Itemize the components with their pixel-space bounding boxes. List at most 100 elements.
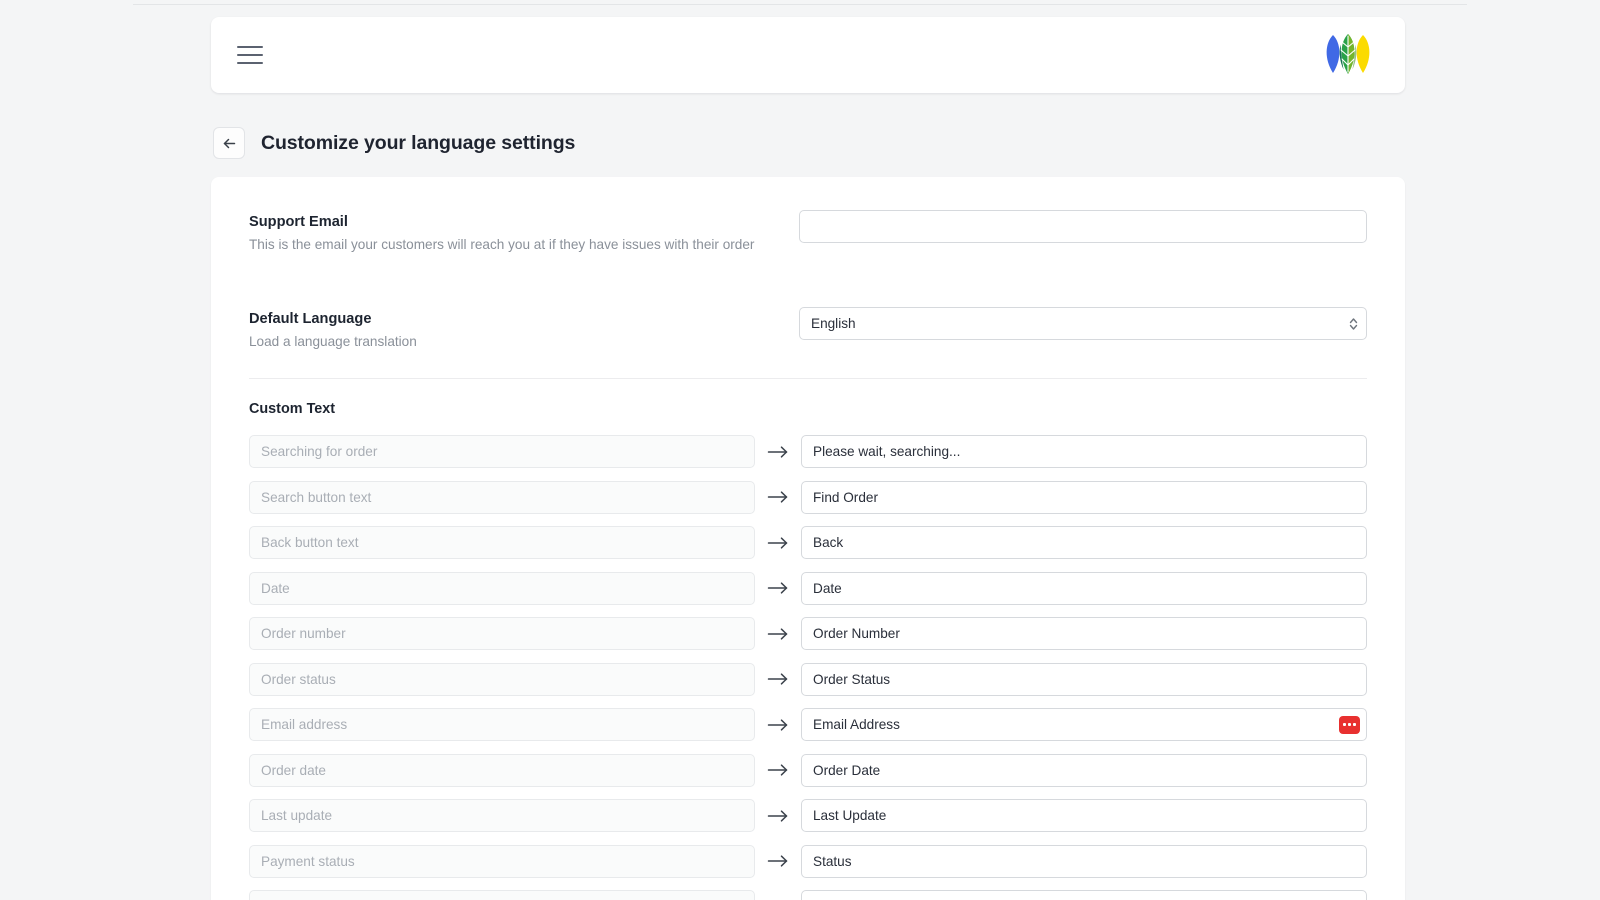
custom-text-key-input [249,708,755,741]
hamburger-menu-icon[interactable] [237,44,263,66]
custom-text-arrow [755,718,801,732]
custom-text-key [249,572,755,605]
custom-text-arrow [755,445,801,459]
custom-text-value [801,481,1367,514]
setting-row-support-email: Support Email This is the email your cus… [249,210,1367,281]
custom-text-arrow [755,763,801,777]
arrow-right-icon [767,763,789,777]
custom-text-value [801,617,1367,650]
arrow-right-icon [767,672,789,686]
custom-text-key-input [249,799,755,832]
custom-text-key-input [249,572,755,605]
arrow-right-icon [767,718,789,732]
custom-text-row [249,429,1367,475]
custom-text-value [801,845,1367,878]
arrow-left-icon [221,135,238,152]
custom-text-value [801,572,1367,605]
page-header: Customize your language settings [211,110,1405,176]
custom-text-key-input [249,435,755,468]
arrow-right-icon [767,536,789,550]
arrow-right-icon [767,445,789,459]
custom-text-row [249,520,1367,566]
custom-text-row [249,884,1367,900]
custom-text-key-input [249,845,755,878]
custom-text-arrow [755,854,801,868]
arrow-right-icon [767,581,789,595]
custom-text-key-input [249,526,755,559]
custom-text-row [249,566,1367,612]
custom-text-row [249,748,1367,794]
custom-text-value [801,708,1367,741]
app-root: Customize your language settings Support… [0,0,1600,900]
custom-text-row [249,657,1367,703]
ellipsis-badge-icon[interactable] [1339,716,1360,734]
custom-text-value [801,799,1367,832]
custom-text-value-input[interactable] [801,708,1367,741]
setting-title: Default Language [249,309,799,329]
support-email-input[interactable] [799,210,1367,243]
default-language-select-wrap: English [799,307,1367,340]
custom-text-arrow [755,536,801,550]
custom-text-row [249,702,1367,748]
custom-text-list [249,429,1367,900]
custom-text-value-input[interactable] [801,754,1367,787]
custom-text-value-input[interactable] [801,663,1367,696]
leaf-logo-icon [1319,31,1377,79]
arrow-right-icon [767,627,789,641]
custom-text-value-input[interactable] [801,526,1367,559]
setting-description: This is the email your customers will re… [249,235,799,255]
setting-row-default-language: Default Language Load a language transla… [249,281,1367,379]
back-button[interactable] [213,127,245,159]
custom-text-key [249,435,755,468]
custom-text-arrow [755,627,801,641]
custom-text-value [801,435,1367,468]
default-language-select[interactable]: English [799,307,1367,340]
setting-control-support-email [799,210,1367,243]
top-navbar [211,17,1405,93]
setting-title: Support Email [249,212,799,232]
custom-text-value-input[interactable] [801,435,1367,468]
custom-text-row [249,611,1367,657]
custom-text-key [249,663,755,696]
custom-text-value-input[interactable] [801,617,1367,650]
custom-text-key-input [249,481,755,514]
custom-text-row [249,475,1367,521]
top-divider [133,4,1467,5]
custom-text-key [249,845,755,878]
custom-text-row [249,793,1367,839]
custom-text-arrow [755,581,801,595]
custom-text-value [801,663,1367,696]
custom-text-value-input[interactable] [801,572,1367,605]
custom-text-key-input [249,617,755,650]
arrow-right-icon [767,809,789,823]
custom-text-heading: Custom Text [249,401,1367,417]
custom-text-key [249,481,755,514]
page-title: Customize your language settings [261,132,575,155]
custom-text-key-input [249,754,755,787]
custom-text-key [249,890,755,900]
custom-text-key [249,799,755,832]
custom-text-value [801,754,1367,787]
custom-text-row [249,839,1367,885]
custom-text-key [249,526,755,559]
arrow-right-icon [767,490,789,504]
custom-text-value-input[interactable] [801,890,1367,900]
custom-text-arrow [755,672,801,686]
custom-text-value-input[interactable] [801,481,1367,514]
custom-text-arrow [755,490,801,504]
custom-text-key [249,617,755,650]
setting-label-support-email: Support Email This is the email your cus… [249,210,799,255]
custom-text-key [249,754,755,787]
custom-text-key-input [249,890,755,900]
setting-description: Load a language translation [249,332,799,352]
custom-text-value-input[interactable] [801,845,1367,878]
arrow-right-icon [767,854,789,868]
custom-text-value [801,526,1367,559]
custom-text-key [249,708,755,741]
custom-text-key-input [249,663,755,696]
custom-text-value [801,890,1367,900]
setting-control-default-language: English [799,307,1367,340]
custom-text-arrow [755,809,801,823]
setting-label-default-language: Default Language Load a language transla… [249,307,799,352]
custom-text-value-input[interactable] [801,799,1367,832]
